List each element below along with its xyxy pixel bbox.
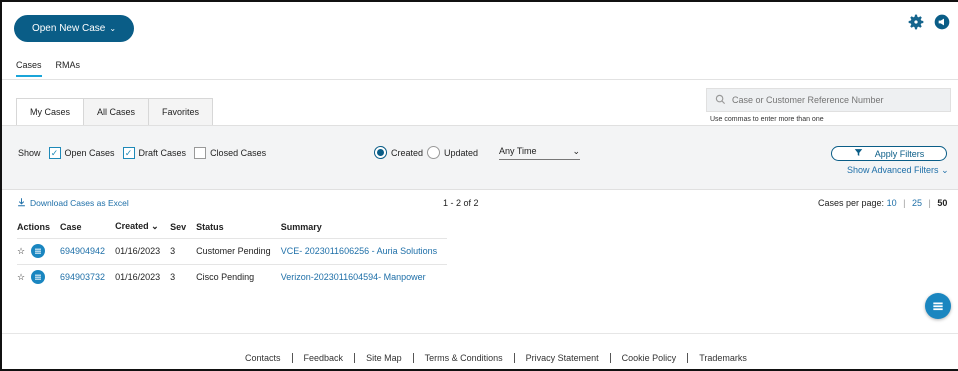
case-number-link[interactable]: 694904942 (60, 237, 116, 264)
open-cases-label: Open Cases (64, 148, 115, 158)
chevron-down-icon: ⌄ (109, 24, 117, 33)
advanced-filters-label: Show Advanced Filters (847, 165, 939, 175)
subtab-all-cases[interactable]: All Cases (84, 99, 150, 125)
footer-divider (2, 333, 958, 334)
per-page-10[interactable]: 10 (887, 198, 897, 208)
severity: 3 (170, 237, 197, 264)
per-page-25[interactable]: 25 (912, 198, 922, 208)
per-page-label: Cases per page: (818, 198, 885, 208)
search-icon (715, 94, 726, 107)
sub-tabs: My Cases All Cases Favorites (16, 98, 214, 125)
chevron-down-icon: ⌄ (151, 221, 159, 232)
status: Customer Pending (196, 237, 281, 264)
draft-cases-label: Draft Cases (138, 148, 187, 158)
subtab-favorites[interactable]: Favorites (149, 99, 212, 125)
footer-site-map[interactable]: Site Map (354, 353, 413, 363)
open-new-case-button[interactable]: Open New Case ⌄ (14, 15, 134, 42)
case-number-link[interactable]: 694903732 (60, 263, 116, 290)
chevron-down-icon: ⌄ (572, 146, 580, 156)
main-tabs: Cases RMAs (16, 60, 80, 77)
summary-link[interactable]: Verizon-2023011604594- Manpower (280, 263, 448, 290)
footer-contacts[interactable]: Contacts (245, 353, 292, 363)
col-case[interactable]: Case (60, 216, 115, 238)
show-filter-row: Show ✓ Open Cases ✓ Draft Cases Closed C… (18, 147, 270, 159)
footer-trademarks[interactable]: Trademarks (687, 353, 758, 363)
tabs-divider (2, 79, 958, 80)
created-date: 01/16/2023 (115, 263, 171, 290)
megaphone-icon[interactable] (934, 14, 950, 30)
table-row: ☆ 694903732 01/16/2023 3 Cisco Pending V… (17, 263, 448, 290)
chevron-down-icon: ⌄ (941, 165, 949, 175)
open-cases-checkbox[interactable]: ✓ (48, 147, 61, 159)
star-icon[interactable]: ☆ (17, 246, 25, 257)
footer-privacy[interactable]: Privacy Statement (513, 353, 610, 363)
footer-feedback[interactable]: Feedback (291, 353, 355, 363)
footer-links: Contacts Feedback Site Map Terms & Condi… (245, 353, 758, 363)
closed-cases-label: Closed Cases (210, 148, 267, 158)
filter-panel: Show ✓ Open Cases ✓ Draft Cases Closed C… (2, 125, 958, 190)
severity: 3 (170, 263, 197, 290)
time-range-value: Any Time (499, 146, 537, 156)
gear-icon[interactable] (908, 14, 924, 30)
date-type-radio-group: Created Updated (374, 146, 478, 159)
created-radio[interactable] (374, 146, 387, 159)
closed-cases-checkbox[interactable] (194, 147, 207, 159)
chat-icon[interactable] (31, 244, 46, 258)
per-page-separator: | (903, 198, 906, 208)
summary-link[interactable]: VCE- 2023011606256 - Auria Solutions (280, 237, 448, 264)
tab-rmas[interactable]: RMAs (56, 60, 81, 77)
filter-icon (854, 148, 863, 159)
case-search-input[interactable] (732, 95, 942, 105)
open-new-case-label: Open New Case (31, 23, 106, 34)
draft-cases-checkbox[interactable]: ✓ (122, 147, 135, 159)
apply-filters-label: Apply Filters (874, 148, 925, 159)
show-label: Show (18, 148, 41, 158)
time-range-select[interactable]: Any Time ⌄ (499, 146, 580, 160)
search-hint: Use commas to enter more than one (710, 116, 824, 123)
download-excel-link[interactable]: Download Cases as Excel (17, 197, 129, 209)
col-summary[interactable]: Summary (281, 216, 447, 238)
row-actions: ☆ (17, 237, 61, 264)
chat-icon (933, 302, 943, 311)
top-icons (908, 14, 950, 30)
star-icon[interactable]: ☆ (17, 272, 25, 283)
show-advanced-filters-link[interactable]: Show Advanced Filters ⌄ (847, 165, 949, 176)
updated-radio[interactable] (427, 146, 441, 159)
subtab-my-cases[interactable]: My Cases (17, 99, 85, 125)
cases-per-page: Cases per page: 10 | 25 | 50 (818, 198, 947, 208)
col-created[interactable]: Created ⌄ (115, 216, 170, 238)
table-header-row: Actions Case Created ⌄ Sev Status Summar… (17, 216, 447, 238)
col-sev[interactable]: Sev (170, 216, 196, 238)
apply-filters-button[interactable]: Apply Filters (831, 146, 947, 161)
per-page-separator: | (928, 198, 931, 208)
footer-cookie-policy[interactable]: Cookie Policy (609, 353, 688, 363)
case-search-box (706, 88, 951, 112)
tab-cases[interactable]: Cases (16, 60, 42, 77)
chat-icon[interactable] (31, 270, 46, 285)
table-row: ☆ 694904942 01/16/2023 3 Customer Pendin… (17, 237, 448, 264)
status: Cisco Pending (196, 263, 281, 290)
created-date: 01/16/2023 (115, 237, 171, 264)
download-label: Download Cases as Excel (30, 198, 129, 208)
col-created-label: Created (115, 221, 149, 232)
col-actions: Actions (17, 221, 51, 232)
footer-terms[interactable]: Terms & Conditions (412, 353, 514, 363)
col-status[interactable]: Status (196, 216, 281, 238)
per-page-50[interactable]: 50 (937, 198, 947, 208)
result-range: 1 - 2 of 2 (443, 198, 479, 208)
created-radio-label: Created (391, 147, 424, 158)
download-icon (17, 197, 26, 209)
cases-table: Actions Case Created ⌄ Sev Status Summar… (17, 216, 448, 290)
updated-radio-label: Updated (444, 147, 479, 158)
chat-assistant-button[interactable] (925, 293, 951, 319)
row-actions: ☆ (17, 263, 61, 290)
